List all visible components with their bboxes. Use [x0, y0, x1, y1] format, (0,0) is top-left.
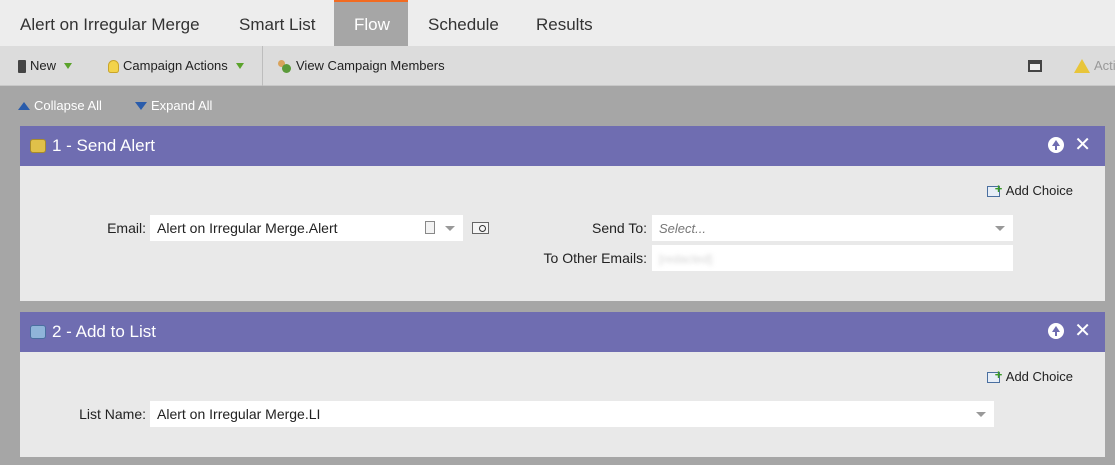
warning-icon [1074, 59, 1090, 73]
send-to-placeholder: Select... [659, 221, 706, 236]
campaign-actions-button[interactable]: Campaign Actions [108, 46, 244, 86]
chevron-down-icon [64, 63, 73, 69]
email-doc-icon [425, 221, 435, 234]
close-icon[interactable]: ✕ [1074, 321, 1091, 341]
preview-icon[interactable] [472, 222, 489, 234]
collapse-all-button[interactable]: Collapse All [18, 98, 102, 113]
collapse-expand-bar: Collapse All Expand All [0, 87, 1115, 125]
chevron-down-icon [235, 63, 244, 69]
tab-campaign-name[interactable]: Alert on Irregular Merge [0, 0, 220, 46]
chevron-down-icon [976, 412, 986, 417]
campaign-actions-label: Campaign Actions [123, 58, 228, 73]
step-title: 2 - Add to List [52, 322, 156, 341]
expand-all-label: Expand All [151, 98, 213, 113]
new-icon [18, 59, 26, 73]
lightbulb-icon [108, 59, 119, 73]
add-choice-icon [986, 181, 1003, 197]
flow-step-add-to-list: 2 - Add to List ✕ Add Choice List Name: … [20, 312, 1105, 457]
actions-label: Acti [1094, 58, 1115, 73]
add-choice-label: Add Choice [1005, 369, 1073, 384]
email-select[interactable]: Alert on Irregular Merge.Alert [150, 215, 463, 241]
to-other-emails-label: To Other Emails: [543, 250, 647, 266]
list-icon [30, 325, 46, 339]
tab-smart-list[interactable]: Smart List [219, 0, 336, 46]
triangle-up-icon [18, 101, 30, 110]
list-name-select[interactable]: Alert on Irregular Merge.LI [150, 401, 994, 427]
tab-bar: Alert on Irregular Merge Smart List Flow… [0, 0, 1115, 46]
move-up-icon[interactable] [1048, 323, 1065, 339]
tab-results[interactable]: Results [516, 0, 613, 46]
step-header[interactable]: 2 - Add to List ✕ [20, 312, 1105, 352]
view-campaign-members-button[interactable]: View Campaign Members [277, 46, 445, 86]
send-to-label: Send To: [591, 220, 647, 236]
add-choice-button[interactable]: Add Choice [986, 181, 1073, 198]
flow-step-send-alert: 1 - Send Alert ✕ Add Choice Email: Alert… [20, 126, 1105, 301]
new-label: New [30, 58, 57, 73]
expand-all-button[interactable]: Expand All [135, 98, 212, 113]
window-button[interactable] [1028, 46, 1042, 86]
email-label: Email: [107, 220, 146, 236]
step-title: 1 - Send Alert [52, 136, 156, 155]
other-emails-value: [redacted] [659, 252, 713, 266]
list-name-label: List Name: [79, 406, 146, 422]
tab-flow[interactable]: Flow [334, 0, 408, 46]
add-choice-label: Add Choice [1005, 183, 1073, 198]
people-icon [277, 59, 292, 73]
chevron-down-icon [995, 226, 1005, 231]
add-choice-icon [986, 367, 1003, 383]
alert-icon [30, 139, 46, 153]
actions-button[interactable]: Acti [1074, 46, 1115, 86]
list-name-value: Alert on Irregular Merge.LI [157, 406, 321, 422]
close-icon[interactable]: ✕ [1074, 135, 1091, 155]
add-choice-button[interactable]: Add Choice [986, 367, 1073, 384]
collapse-all-label: Collapse All [34, 98, 102, 113]
tab-schedule[interactable]: Schedule [408, 0, 519, 46]
toolbar-divider [262, 46, 263, 86]
chevron-down-icon [445, 226, 455, 231]
move-up-icon[interactable] [1048, 137, 1065, 153]
toolbar: New Campaign Actions View Campaign Membe… [0, 46, 1115, 86]
to-other-emails-input[interactable]: [redacted] [652, 245, 1013, 271]
new-button[interactable]: New [18, 46, 73, 86]
email-value: Alert on Irregular Merge.Alert [157, 220, 338, 236]
send-to-select[interactable]: Select... [652, 215, 1013, 241]
window-icon [1028, 60, 1042, 72]
view-campaign-members-label: View Campaign Members [296, 58, 445, 73]
step-header[interactable]: 1 - Send Alert ✕ [20, 126, 1105, 166]
triangle-down-icon [135, 101, 147, 110]
